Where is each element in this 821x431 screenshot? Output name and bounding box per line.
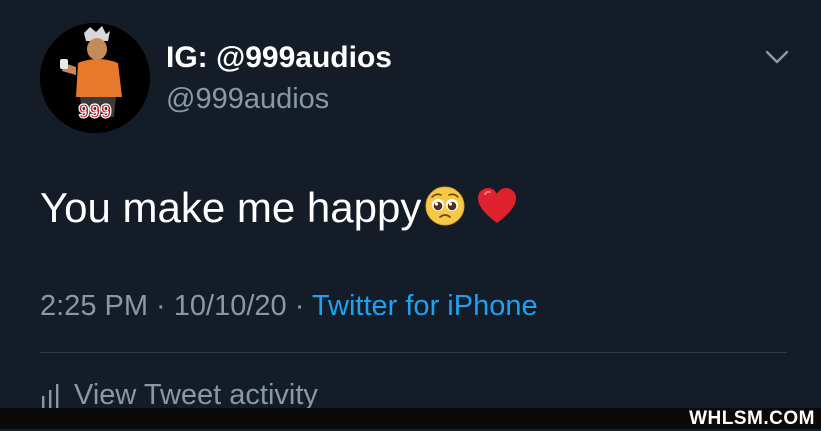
chevron-down-icon[interactable] bbox=[762, 45, 792, 69]
tweet-meta: 2:25 PM · 10/10/20 · Twitter for iPhone bbox=[40, 288, 538, 324]
handle[interactable]: @999audios bbox=[166, 82, 329, 116]
tweet-card: 999 IG: @999audios @999audios You make m… bbox=[0, 0, 821, 429]
display-name[interactable]: IG: @999audios bbox=[166, 40, 392, 76]
divider bbox=[40, 352, 787, 353]
avatar-logo: 999 bbox=[78, 101, 111, 123]
tweet-text-body: You make me happy bbox=[40, 184, 422, 231]
meta-separator: · bbox=[148, 290, 174, 322]
tweet-time[interactable]: 2:25 PM bbox=[40, 290, 148, 322]
avatar[interactable]: 999 bbox=[40, 23, 150, 133]
tweet-source-link[interactable]: Twitter for iPhone bbox=[312, 290, 538, 322]
view-tweet-activity-label: View Tweet activity bbox=[74, 379, 318, 411]
tweet-text: You make me happy bbox=[40, 183, 519, 233]
pleading-face-icon bbox=[423, 184, 467, 228]
red-heart-icon bbox=[475, 184, 519, 228]
tweet-date[interactable]: 10/10/20 bbox=[174, 290, 287, 322]
meta-separator: · bbox=[286, 290, 312, 322]
watermark: WHLSM.COM bbox=[689, 408, 815, 429]
